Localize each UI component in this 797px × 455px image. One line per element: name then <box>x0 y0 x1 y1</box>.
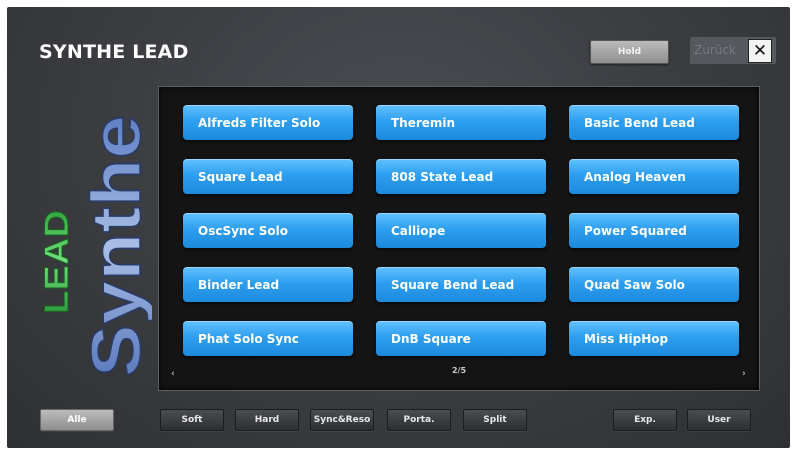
preset-button[interactable]: Calliope <box>376 213 546 248</box>
synthe-lead-logo: Synthe LEAD <box>38 114 153 378</box>
preset-button[interactable]: OscSync Solo <box>183 213 353 248</box>
prev-page-icon[interactable]: ‹ <box>171 369 175 379</box>
category-soft-button[interactable]: Soft <box>160 409 224 431</box>
logo-lead-text: LEAD <box>38 210 76 314</box>
preset-button[interactable]: 808 State Lead <box>376 159 546 194</box>
preset-button[interactable]: Square Bend Lead <box>376 267 546 302</box>
hold-button[interactable]: Hold <box>590 40 669 64</box>
category-sync-reso-button[interactable]: Sync&Reso <box>310 409 374 431</box>
preset-button[interactable]: Quad Saw Solo <box>569 267 739 302</box>
preset-button[interactable]: Analog Heaven <box>569 159 739 194</box>
preset-button[interactable]: Miss HipHop <box>569 321 739 356</box>
close-icon[interactable]: ✕ <box>748 39 772 63</box>
category-user-button[interactable]: User <box>687 409 751 431</box>
synth-lead-screen: SYNTHE LEAD Hold Zurück ✕ Synthe LEAD Al… <box>7 7 790 448</box>
logo-synthe-text: Synthe <box>77 115 152 377</box>
preset-button[interactable]: Square Lead <box>183 159 353 194</box>
category-porta-button[interactable]: Porta. <box>387 409 451 431</box>
page-indicator: 2/5 <box>451 366 467 375</box>
back-button[interactable]: Zurück ✕ <box>690 37 776 64</box>
category-hard-button[interactable]: Hard <box>235 409 299 431</box>
preset-button[interactable]: Binder Lead <box>183 267 353 302</box>
preset-button[interactable]: Phat Solo Sync <box>183 321 353 356</box>
preset-button[interactable]: Alfreds Filter Solo <box>183 105 353 140</box>
preset-button[interactable]: DnB Square <box>376 321 546 356</box>
preset-button[interactable]: Theremin <box>376 105 546 140</box>
preset-button[interactable]: Basic Bend Lead <box>569 105 739 140</box>
category-split-button[interactable]: Split <box>463 409 527 431</box>
next-page-icon[interactable]: › <box>742 369 746 379</box>
back-label: Zurück <box>694 43 736 57</box>
preset-panel: Alfreds Filter Solo Theremin Basic Bend … <box>158 86 760 391</box>
category-exp-button[interactable]: Exp. <box>613 409 677 431</box>
preset-button[interactable]: Power Squared <box>569 213 739 248</box>
category-all-button[interactable]: Alle <box>40 409 114 431</box>
page-title: SYNTHE LEAD <box>39 41 189 63</box>
